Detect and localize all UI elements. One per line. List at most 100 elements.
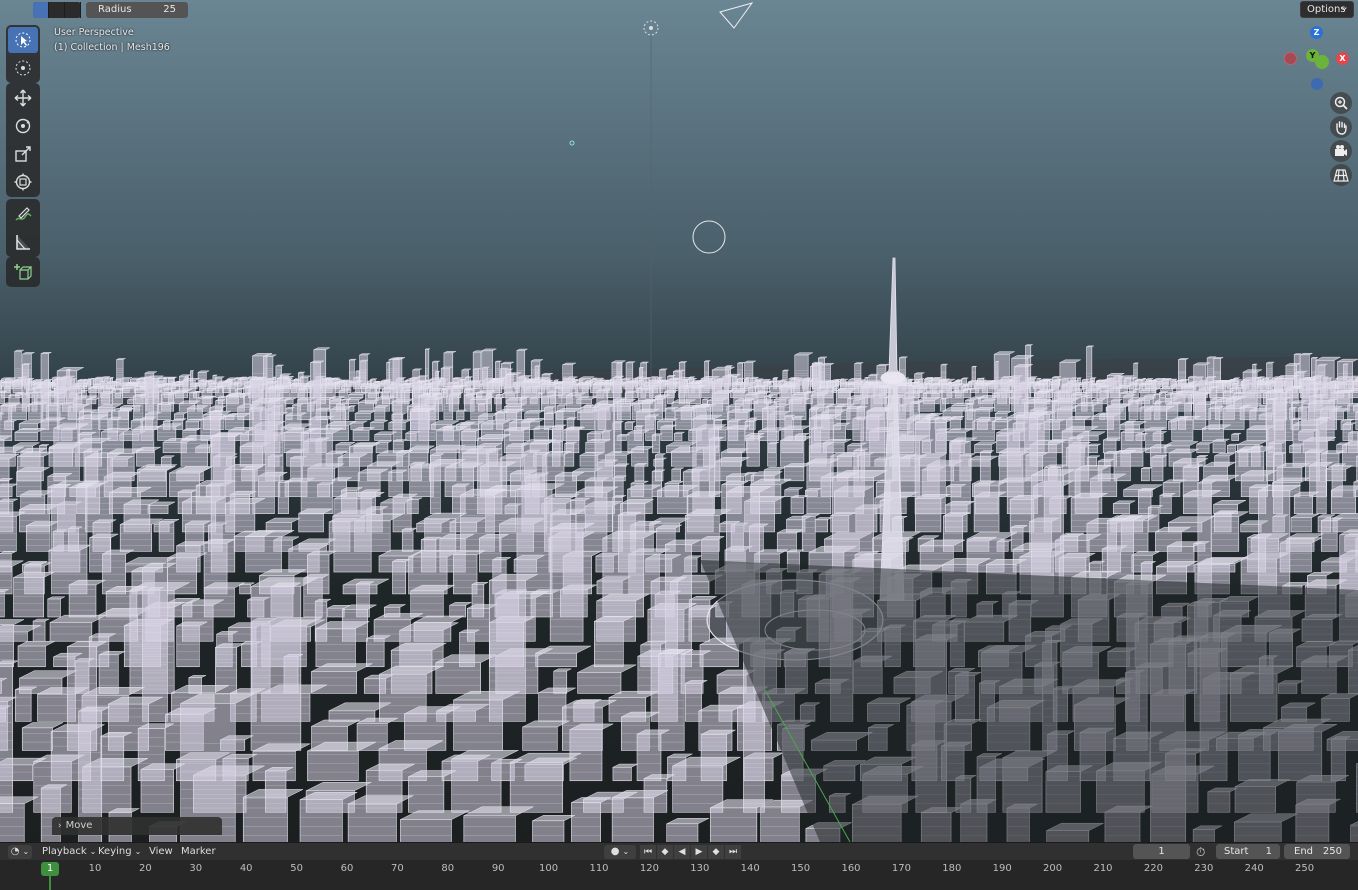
scale-icon [15, 146, 31, 162]
mode-extend-button[interactable] [49, 2, 65, 18]
building [1112, 500, 1136, 514]
mode-subtract-button[interactable] [65, 2, 81, 18]
add-cube-icon [14, 264, 33, 280]
building [776, 529, 804, 552]
timeline-ruler[interactable]: 1 10 20 30 40 50 60 70 80 90 100 110 120 130 140 150 16… [0, 860, 1358, 890]
perspective-toggle-button[interactable] [1330, 164, 1352, 186]
chevron-right-icon: › [58, 821, 62, 831]
building [814, 517, 833, 533]
radius-field[interactable]: Radius 25 [86, 2, 188, 18]
menu-marker[interactable]: Marker [181, 845, 216, 859]
ruler-tick: 200 [1043, 863, 1063, 874]
prev-keyframe-icon[interactable]: ◆ [657, 845, 673, 859]
radius-label: Radius [98, 4, 132, 15]
building [1330, 485, 1358, 514]
menu-keying[interactable]: Keying ⌄ [98, 845, 141, 859]
3d-viewport[interactable]: Radius 25 Options User Perspective (1) C… [0, 0, 1358, 842]
camera-view-button[interactable] [1330, 140, 1352, 162]
options-button[interactable]: Options [1300, 0, 1354, 18]
building [400, 810, 470, 842]
gizmo-neg-x-axis[interactable] [1284, 52, 1297, 65]
ruler-tick: 210 [1093, 863, 1113, 874]
timeline-header: ◔ ⌄ Playback ⌄ Keying ⌄ View Marker ● ⌄ ⏮ ◆ … [0, 842, 1358, 860]
building [780, 436, 813, 467]
ruler-tick: 170 [891, 863, 911, 874]
rotate-tool[interactable] [8, 113, 38, 139]
start-frame-field[interactable]: Start 1 [1216, 844, 1280, 859]
toolbar-annotate-group [6, 199, 40, 257]
building [1342, 440, 1358, 467]
ruler-tick: 130 [690, 863, 710, 874]
measure-tool[interactable] [8, 229, 38, 255]
pan-button[interactable] [1330, 116, 1352, 138]
cursor-tool[interactable] [8, 55, 38, 81]
building [158, 519, 180, 552]
building [612, 763, 638, 782]
building [569, 723, 614, 782]
transform-tool[interactable] [8, 169, 38, 195]
menu-view[interactable]: View [149, 845, 173, 859]
building [1290, 513, 1319, 533]
jump-end-icon[interactable]: ⏭ [725, 845, 741, 859]
ruler-tick: 240 [1244, 863, 1264, 874]
operator-name: Move [65, 820, 93, 831]
next-keyframe-icon[interactable]: ◆ [708, 845, 724, 859]
collection-info: (1) Collection | Mesh196 [54, 42, 170, 53]
play-icon[interactable]: ▶ [691, 845, 707, 859]
annotate-tool[interactable] [8, 201, 38, 227]
menu-playback[interactable]: Playback ⌄ [42, 845, 96, 859]
auto-keying-button[interactable]: ● ⌄ [604, 845, 636, 859]
gizmo-x-axis[interactable]: X [1336, 52, 1349, 65]
building [624, 421, 636, 430]
ruler-tick: 180 [942, 863, 962, 874]
ruler-tick: 50 [290, 863, 303, 874]
toolbar-transform-group [6, 83, 40, 197]
gizmo-z-axis[interactable]: Z [1310, 26, 1323, 39]
move-tool[interactable] [8, 85, 38, 111]
menu-keying-label: Keying [98, 846, 132, 857]
scale-tool[interactable] [8, 141, 38, 167]
editor-type-button[interactable]: ◔ ⌄ [8, 845, 32, 859]
add-cube-tool[interactable] [8, 259, 38, 285]
camera-icon [1335, 145, 1347, 156]
gizmo-neg-z-axis[interactable] [1311, 78, 1323, 90]
building [311, 663, 373, 694]
selection-mode-buttons[interactable] [33, 2, 81, 18]
record-icon: ● [610, 846, 620, 857]
select-box-tool[interactable] [8, 27, 38, 53]
building [577, 664, 637, 694]
grid-icon [1333, 169, 1349, 182]
current-frame-field[interactable]: 1 [1133, 844, 1190, 859]
mode-set-button[interactable] [33, 2, 49, 18]
toolbar-add-group [6, 257, 40, 287]
ruler-tick: 20 [139, 863, 152, 874]
gizmo-y-ball[interactable] [1315, 55, 1329, 69]
playhead-frame[interactable]: 1 [41, 862, 59, 876]
last-operator-panel[interactable]: › Move [52, 817, 222, 835]
building [979, 450, 994, 482]
ruler-tick: 250 [1295, 863, 1315, 874]
zoom-button[interactable] [1330, 92, 1352, 114]
building [1196, 441, 1214, 454]
building [0, 660, 19, 813]
jump-start-icon[interactable]: ⏮ [640, 845, 656, 859]
building [671, 467, 684, 482]
ruler-tick: 60 [340, 863, 354, 874]
end-label: End [1294, 846, 1314, 857]
ruler-tick: 230 [1194, 863, 1214, 874]
hand-icon [1336, 121, 1347, 135]
building [463, 806, 534, 842]
pencil-icon [15, 207, 32, 221]
building [435, 654, 497, 694]
building [410, 584, 455, 618]
ruler-icon [16, 235, 30, 250]
building [1141, 467, 1153, 482]
end-frame-field[interactable]: End 250 [1284, 844, 1350, 859]
building [0, 796, 39, 842]
transform-icon [14, 173, 32, 191]
building [532, 815, 576, 842]
building [1212, 438, 1230, 454]
stopwatch-icon[interactable]: ⏱ [1196, 845, 1205, 859]
city-wireframe-model [0, 2, 1358, 842]
play-reverse-icon[interactable]: ◀ [674, 845, 690, 859]
